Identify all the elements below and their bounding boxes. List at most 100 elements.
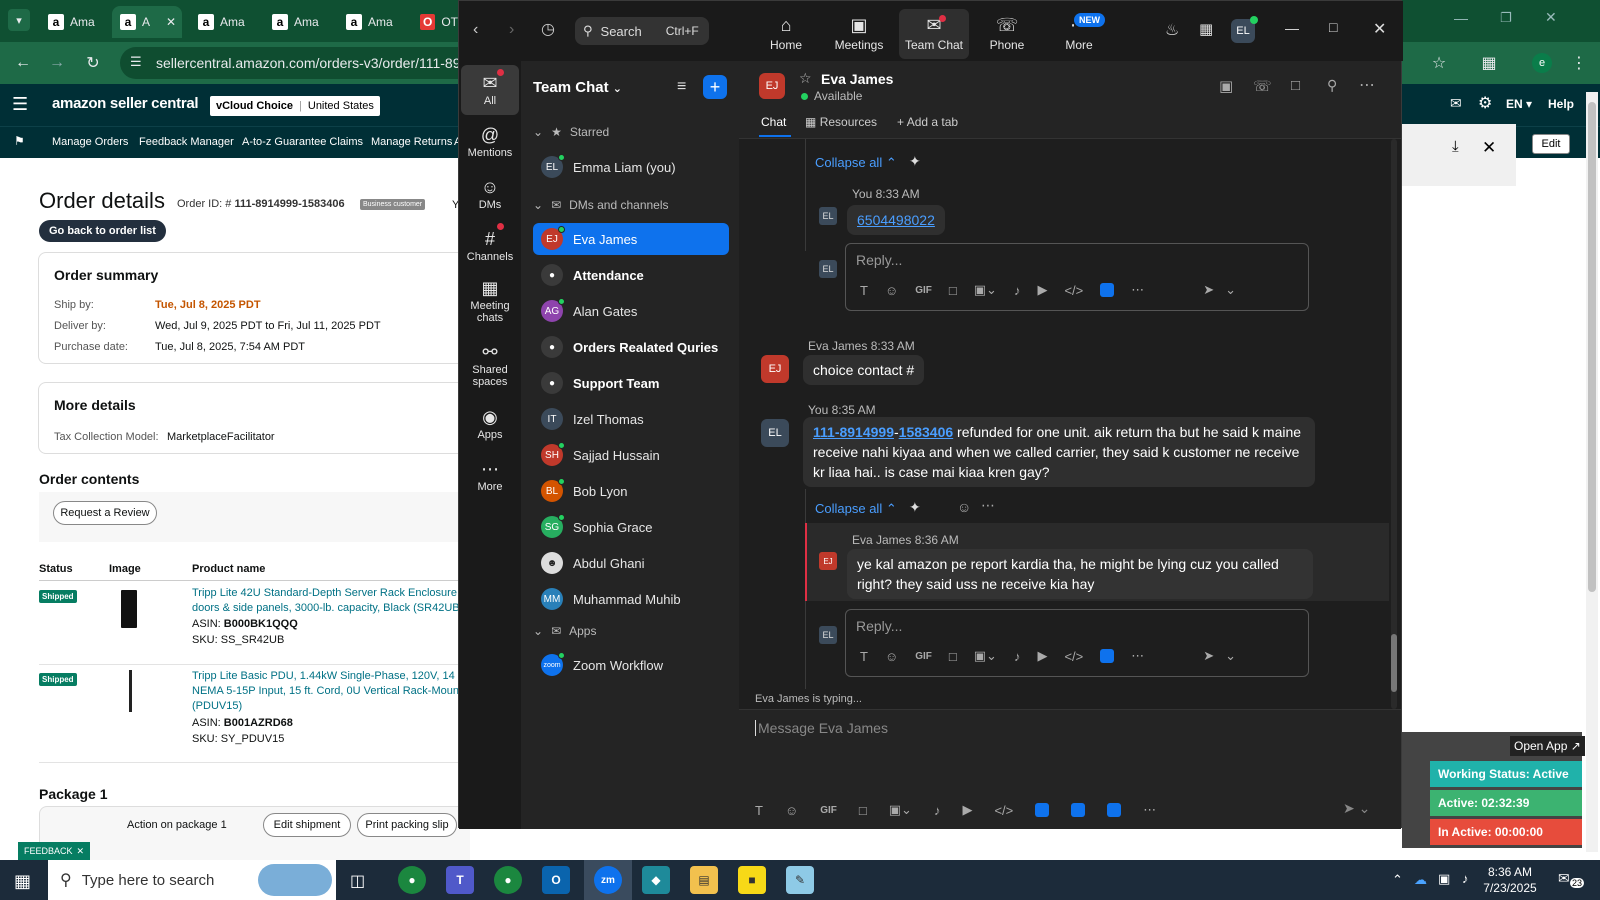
gif-icon[interactable]: GIF bbox=[820, 805, 837, 816]
app-icon[interactable] bbox=[1035, 803, 1050, 817]
notepad-taskbar-icon[interactable]: ✎ bbox=[786, 866, 814, 894]
nav-manage-returns[interactable]: Manage Returns bbox=[371, 136, 452, 148]
app-icon[interactable] bbox=[1100, 649, 1115, 663]
apps-header[interactable]: ⌄ ✉ Apps bbox=[533, 624, 596, 638]
app-zoom-workflow[interactable]: zoom Zoom Workflow bbox=[533, 649, 729, 681]
app-taskbar-icon[interactable]: ◆ bbox=[642, 866, 670, 894]
emoji-icon[interactable]: ☺ bbox=[885, 649, 898, 664]
emoji-icon[interactable]: ☺ bbox=[785, 803, 798, 818]
message-input[interactable]: Message Eva James bbox=[755, 720, 888, 736]
send-icon[interactable]: ➤ bbox=[1203, 648, 1214, 664]
feedback-tab[interactable]: FEEDBACK ✕ bbox=[18, 842, 91, 860]
forward-icon[interactable]: → bbox=[46, 52, 68, 74]
nav-atoz-claims[interactable]: A-to-z Guarantee Claims bbox=[242, 136, 363, 148]
code-icon[interactable]: </> bbox=[1064, 649, 1083, 664]
reply-box[interactable]: Reply... T ☺ GIF □ ▣⌄ ♪ ▶ </> ⋯ ➤ ⌄ bbox=[845, 609, 1309, 677]
rail-mentions[interactable]: @ Mentions bbox=[461, 117, 519, 167]
gif-icon[interactable]: GIF bbox=[915, 285, 932, 296]
product-link-line2[interactable]: doors & side panels, 3000-lb. capacity, … bbox=[192, 601, 463, 616]
browser-menu-icon[interactable]: ⋮ bbox=[1568, 52, 1590, 74]
filter-icon[interactable]: ≡ bbox=[677, 78, 686, 96]
contact-avatar[interactable]: EJ bbox=[759, 73, 785, 99]
request-review-button[interactable]: Request a Review bbox=[53, 501, 157, 525]
more-icon[interactable]: ⋯ bbox=[1143, 802, 1156, 818]
ai-sparkle-icon[interactable]: ✦ bbox=[909, 499, 921, 516]
screenshot-icon[interactable]: ▣⌄ bbox=[974, 282, 997, 298]
sidebar-title[interactable]: Team Chat ⌄ bbox=[533, 79, 622, 96]
bookmark-star-icon[interactable]: ☆ bbox=[1428, 52, 1450, 74]
collapse-all-link[interactable]: Collapse all ⌃ bbox=[815, 155, 897, 171]
chat-item-emma-liam[interactable]: EL Emma Liam (you) bbox=[533, 151, 729, 183]
network-icon[interactable]: ▣ bbox=[1438, 871, 1450, 887]
product-link[interactable]: Tripp Lite 42U Standard-Depth Server Rac… bbox=[192, 586, 457, 601]
send-button[interactable]: ➤ ⌄ bbox=[1343, 800, 1370, 817]
teams-taskbar-icon[interactable]: T bbox=[446, 866, 474, 894]
message-bubble[interactable]: 111-8914999-1583406 refunded for one uni… bbox=[803, 417, 1315, 487]
chat-item-eva-james[interactable]: EJ Eva James bbox=[533, 223, 729, 255]
tab-team-chat[interactable]: ✉ Team Chat bbox=[899, 9, 969, 59]
add-tab[interactable]: + Add a tab bbox=[897, 115, 958, 129]
outlook-taskbar-icon[interactable]: O bbox=[542, 866, 570, 894]
share-screen-icon[interactable]: □ bbox=[1291, 77, 1300, 94]
hamburger-menu-icon[interactable]: ☰ bbox=[12, 94, 28, 115]
minimize-browser-icon[interactable]: — bbox=[1454, 10, 1468, 26]
browser-tab[interactable]: a Ama bbox=[40, 6, 110, 38]
site-info-icon[interactable]: ☰ bbox=[130, 54, 142, 70]
send-options-icon[interactable]: ⌄ bbox=[1225, 282, 1236, 298]
reload-icon[interactable]: ↻ bbox=[82, 52, 104, 74]
chrome-taskbar-icon[interactable]: ● bbox=[398, 866, 426, 894]
channel-attendance[interactable]: ● Attendance bbox=[533, 259, 729, 291]
rail-apps[interactable]: ◉ Apps bbox=[461, 399, 519, 449]
format-text-icon[interactable]: T bbox=[755, 803, 763, 818]
chat-item-muhammad-muhib[interactable]: MM Muhammad Muhib bbox=[533, 583, 729, 615]
format-text-icon[interactable]: T bbox=[860, 283, 868, 298]
address-bar[interactable]: ☰ sellercentral.amazon.com/orders-v3/ord… bbox=[120, 47, 500, 79]
notifications-icon[interactable]: ✉ bbox=[1558, 870, 1570, 887]
favorite-star-icon[interactable]: ☆ bbox=[799, 70, 812, 87]
browser-tab[interactable]: a Ama bbox=[190, 6, 260, 38]
app-icon[interactable] bbox=[1100, 283, 1115, 297]
code-icon[interactable]: </> bbox=[994, 803, 1013, 818]
product-link[interactable]: Tripp Lite Basic PDU, 1.44kW Single-Phas… bbox=[192, 669, 466, 684]
chat-item-abdul-ghani[interactable]: ☻ Abdul Ghani bbox=[533, 547, 729, 579]
video-clip-icon[interactable]: ▶ bbox=[962, 802, 972, 818]
dms-channels-header[interactable]: ⌄ ✉ DMs and channels bbox=[533, 198, 669, 212]
settings-gear-icon[interactable]: ⚙ bbox=[1478, 93, 1492, 113]
emoji-icon[interactable]: ☺ bbox=[885, 283, 898, 298]
send-icon[interactable]: ➤ bbox=[1203, 282, 1214, 298]
order-link[interactable]: 1583406 bbox=[899, 424, 954, 440]
channel-orders-queries[interactable]: ● Orders Realated Quries bbox=[533, 331, 729, 363]
chrome-profile-taskbar-icon[interactable]: ● bbox=[494, 866, 522, 894]
back-nav-icon[interactable]: ‹ bbox=[473, 21, 478, 39]
calendar-icon[interactable]: ▦ bbox=[1199, 20, 1213, 38]
new-chat-button[interactable]: + bbox=[703, 75, 727, 99]
search-box[interactable]: ⚲ Search Ctrl+F bbox=[575, 17, 709, 45]
video-call-icon[interactable]: ▣ bbox=[1219, 77, 1233, 95]
app-icon-2[interactable] bbox=[1071, 803, 1086, 817]
close-browser-icon[interactable]: ✕ bbox=[1545, 9, 1557, 26]
task-view-icon[interactable]: ◫ bbox=[350, 871, 365, 891]
phone-number-link[interactable]: 6504498022 bbox=[857, 212, 935, 228]
windows-start-icon[interactable]: ▦ bbox=[14, 871, 31, 892]
video-clip-icon[interactable]: ▶ bbox=[1037, 648, 1047, 664]
starred-header[interactable]: ⌄ ★ Starred bbox=[533, 125, 609, 139]
tab-chat[interactable]: Chat bbox=[761, 115, 786, 129]
rail-more[interactable]: ⋯ More bbox=[461, 451, 519, 501]
screenshot-icon[interactable]: ▣⌄ bbox=[974, 648, 997, 664]
sticky-notes-taskbar-icon[interactable]: ■ bbox=[738, 866, 766, 894]
zoom-taskbar-icon[interactable]: zm bbox=[594, 866, 622, 894]
scrollbar-thumb[interactable] bbox=[1588, 102, 1596, 592]
browser-tab-active[interactable]: a A ✕ bbox=[112, 6, 182, 38]
video-clip-icon[interactable]: ▶ bbox=[1037, 282, 1047, 298]
tab-resources[interactable]: ▦ Resources bbox=[805, 115, 877, 129]
chat-item-izel-thomas[interactable]: IT Izel Thomas bbox=[533, 403, 729, 435]
rail-all[interactable]: ✉ All bbox=[461, 65, 519, 115]
browser-tab[interactable]: a Ama bbox=[264, 6, 334, 38]
chat-item-sophia-grace[interactable]: SG Sophia Grace bbox=[533, 511, 729, 543]
minimize-icon[interactable]: — bbox=[1285, 20, 1299, 36]
app-icon-3[interactable] bbox=[1107, 803, 1122, 817]
notifications-bell-icon[interactable]: ♨ bbox=[1165, 20, 1179, 40]
mail-icon[interactable]: ✉ bbox=[1450, 95, 1462, 112]
extensions-icon[interactable]: ▦ bbox=[1478, 52, 1500, 74]
send-options-icon[interactable]: ⌄ bbox=[1225, 648, 1236, 664]
